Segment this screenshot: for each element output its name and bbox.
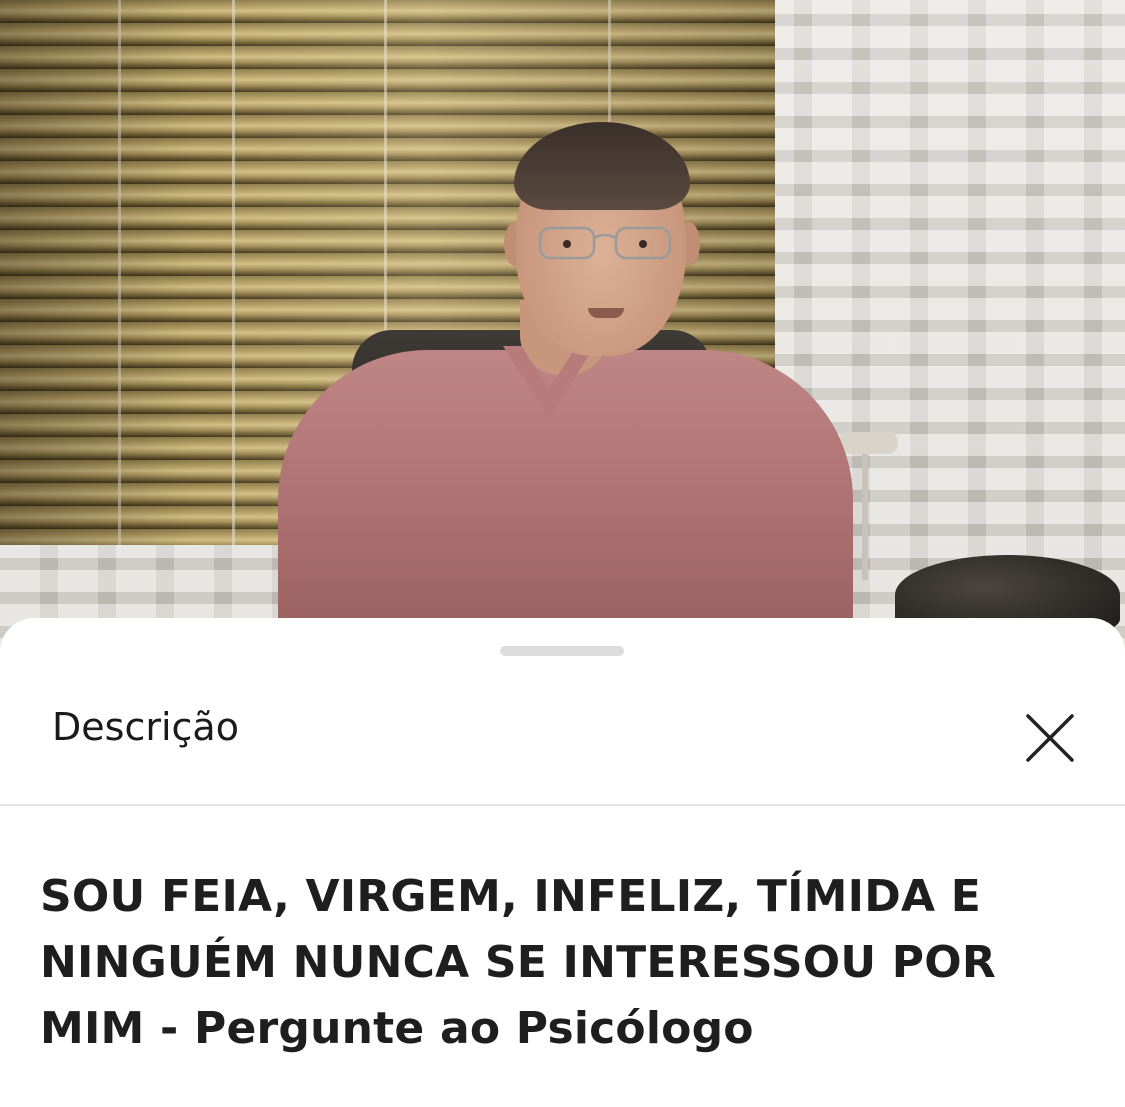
app-screen: Descrição SOU FEIA, VIRGEM, INFELIZ, TÍM… (0, 0, 1125, 1107)
close-button[interactable] (1012, 700, 1088, 776)
description-sheet: Descrição SOU FEIA, VIRGEM, INFELIZ, TÍM… (0, 618, 1125, 1107)
video-player[interactable] (0, 0, 1125, 660)
drag-handle[interactable] (500, 646, 624, 656)
close-icon (1026, 714, 1074, 762)
presenter-shirt (278, 350, 853, 660)
video-title: SOU FEIA, VIRGEM, INFELIZ, TÍMIDA E NING… (40, 871, 996, 1054)
glasses (538, 226, 672, 260)
divider (0, 804, 1125, 806)
sheet-title: Descrição (52, 705, 239, 749)
lamp (862, 440, 868, 580)
